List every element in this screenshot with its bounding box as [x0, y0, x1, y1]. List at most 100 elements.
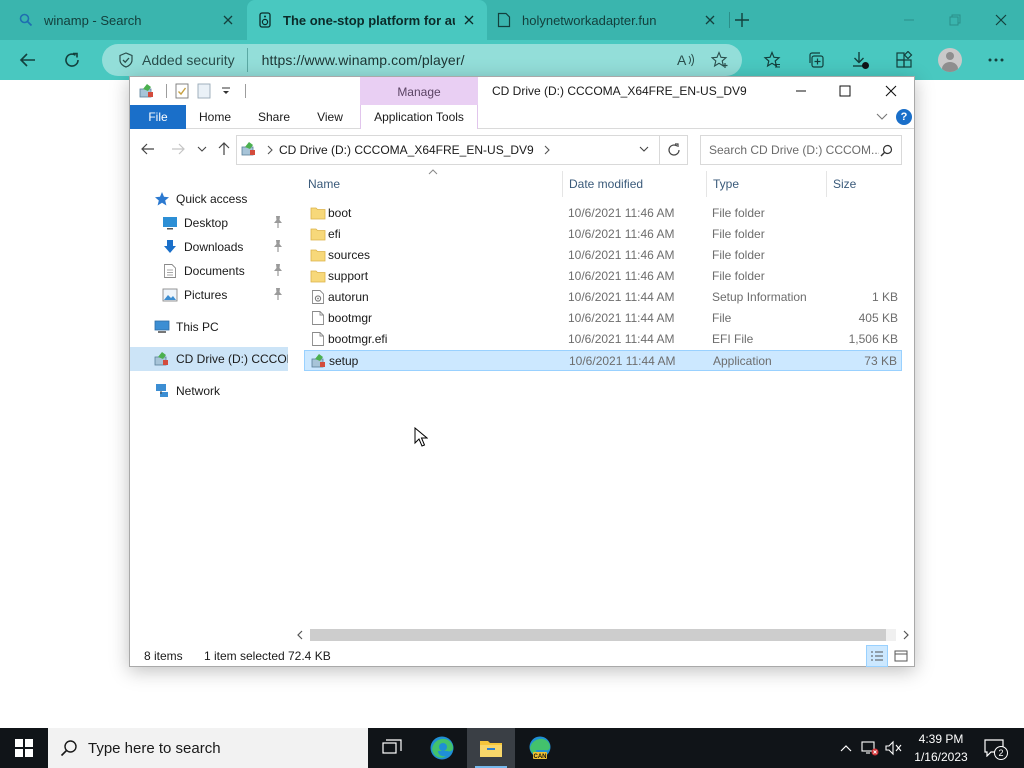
start-button[interactable] [0, 728, 48, 768]
manage-context-tab[interactable]: Manage [360, 77, 478, 105]
column-header-size[interactable]: Size [833, 171, 903, 197]
details-view-button[interactable] [866, 645, 888, 667]
file-row[interactable]: boot 10/6/2021 11:46 AM File folder [304, 203, 902, 224]
nav-desktop[interactable]: Desktop [130, 211, 288, 235]
volume-tray-icon[interactable] [884, 738, 904, 758]
refresh-button[interactable] [660, 135, 688, 165]
pin-icon[interactable] [272, 215, 284, 229]
large-icons-view-button[interactable] [890, 645, 912, 667]
taskbar-search-input[interactable] [88, 739, 348, 757]
close-window-button[interactable] [978, 0, 1024, 40]
tab-view[interactable]: View [306, 105, 354, 129]
customize-toolbar-icon[interactable] [217, 82, 235, 100]
close-icon[interactable] [702, 12, 718, 28]
column-header-date[interactable]: Date modified [569, 171, 705, 197]
forward-button[interactable] [168, 139, 188, 159]
close-icon[interactable] [220, 12, 236, 28]
download-arrow-icon [162, 239, 178, 255]
chevron-right-icon[interactable] [544, 145, 550, 155]
show-hidden-icons-button[interactable] [836, 738, 856, 758]
more-menu-button[interactable] [980, 44, 1012, 76]
profile-avatar[interactable] [938, 48, 962, 72]
pin-icon[interactable] [272, 263, 284, 277]
search-input[interactable] [709, 143, 879, 157]
minimize-button[interactable] [778, 77, 824, 105]
nav-documents[interactable]: Documents [130, 259, 288, 283]
help-icon[interactable]: ? [896, 109, 912, 125]
nav-label: Desktop [184, 216, 229, 230]
file-row[interactable]: sources 10/6/2021 11:46 AM File folder [304, 245, 902, 266]
tab-home[interactable]: Home [190, 105, 240, 129]
taskbar-clock[interactable]: 4:39 PM 1/16/2023 [906, 730, 976, 766]
file-explorer-taskbar-button[interactable] [467, 728, 515, 768]
nav-cd-drive[interactable]: CD Drive (D:) CCCOMA [130, 347, 288, 371]
file-row-selected[interactable]: setup 10/6/2021 11:44 AM Application 73 … [304, 350, 902, 371]
taskbar-search[interactable] [48, 728, 368, 768]
scroll-left-icon[interactable] [294, 629, 306, 641]
expand-ribbon-icon[interactable] [874, 109, 890, 125]
minimize-button[interactable] [886, 0, 932, 40]
read-aloud-icon[interactable]: A [674, 48, 698, 72]
column-divider[interactable] [826, 171, 827, 197]
file-row[interactable]: support 10/6/2021 11:46 AM File folder [304, 266, 902, 287]
horizontal-scrollbar[interactable] [292, 627, 914, 643]
new-tab-button[interactable] [720, 0, 764, 40]
tab-label: winamp - Search [44, 12, 142, 28]
back-button[interactable] [12, 44, 44, 76]
restore-button[interactable] [932, 0, 978, 40]
file-row[interactable]: bootmgr.efi 10/6/2021 11:44 AM EFI File … [304, 329, 902, 350]
refresh-button[interactable] [56, 44, 88, 76]
tab-share[interactable]: Share [248, 105, 300, 129]
search-box[interactable] [700, 135, 902, 165]
column-divider[interactable] [562, 171, 563, 197]
nav-this-pc[interactable]: This PC [130, 315, 288, 339]
properties-icon[interactable] [173, 82, 191, 100]
nav-pictures[interactable]: Pictures [130, 283, 288, 307]
path-bar[interactable]: CD Drive (D:) CCCOMA_X64FRE_EN-US_DV9 [236, 135, 660, 165]
nav-quick-access[interactable]: Quick access [130, 187, 288, 211]
file-row[interactable]: autorun 10/6/2021 11:44 AM Setup Informa… [304, 287, 902, 308]
file-size: 405 KB [858, 311, 898, 325]
breadcrumb-drive[interactable]: CD Drive (D:) CCCOMA_X64FRE_EN-US_DV9 [279, 143, 534, 157]
address-bar[interactable]: Added security https://www.winamp.com/pl… [102, 44, 742, 76]
edge-can-taskbar-button[interactable]: CAN [516, 728, 564, 768]
pin-icon[interactable] [272, 239, 284, 253]
security-indicator[interactable]: Added security [118, 48, 248, 72]
downloads-button[interactable] [844, 44, 876, 76]
tab-winamp-search[interactable]: winamp - Search [0, 0, 246, 40]
pin-icon[interactable] [272, 287, 284, 301]
tab-application-tools[interactable]: Application Tools [360, 105, 478, 129]
file-size: 1,506 KB [848, 332, 898, 346]
scroll-right-icon[interactable] [900, 629, 912, 641]
maximize-icon [839, 85, 851, 97]
up-button[interactable] [214, 139, 234, 159]
scroll-thumb[interactable] [310, 629, 886, 641]
task-view-button[interactable] [368, 728, 416, 768]
file-row[interactable]: efi 10/6/2021 11:46 AM File folder [304, 224, 902, 245]
tab-file[interactable]: File [130, 105, 186, 129]
close-icon[interactable] [461, 12, 477, 28]
favorites-button[interactable] [756, 44, 788, 76]
nav-downloads[interactable]: Downloads [130, 235, 288, 259]
new-folder-icon[interactable] [195, 82, 213, 100]
url-text[interactable]: https://www.winamp.com/player/ [262, 52, 465, 68]
notification-center-button[interactable]: 2 [982, 736, 1008, 760]
edge-taskbar-button[interactable] [418, 728, 466, 768]
add-favorite-icon[interactable] [708, 48, 732, 72]
network-tray-icon[interactable] [860, 738, 880, 758]
column-header-type[interactable]: Type [713, 171, 825, 197]
path-dropdown-button[interactable] [630, 135, 658, 163]
tab-winamp-player[interactable]: The one-stop platform for audio [247, 0, 487, 40]
column-divider[interactable] [706, 171, 707, 197]
close-window-button[interactable] [868, 77, 914, 105]
back-button[interactable] [138, 139, 158, 159]
column-header-name[interactable]: Name [308, 171, 560, 197]
volume-muted-icon [885, 740, 902, 756]
maximize-button[interactable] [822, 77, 868, 105]
extensions-button[interactable] [888, 44, 920, 76]
collections-button[interactable] [800, 44, 832, 76]
file-row[interactable]: bootmgr 10/6/2021 11:44 AM File 405 KB [304, 308, 902, 329]
recent-locations-button[interactable] [192, 139, 212, 159]
tab-holynetworkadapter[interactable]: holynetworkadapter.fun [488, 0, 728, 40]
nav-network[interactable]: Network [130, 379, 288, 403]
